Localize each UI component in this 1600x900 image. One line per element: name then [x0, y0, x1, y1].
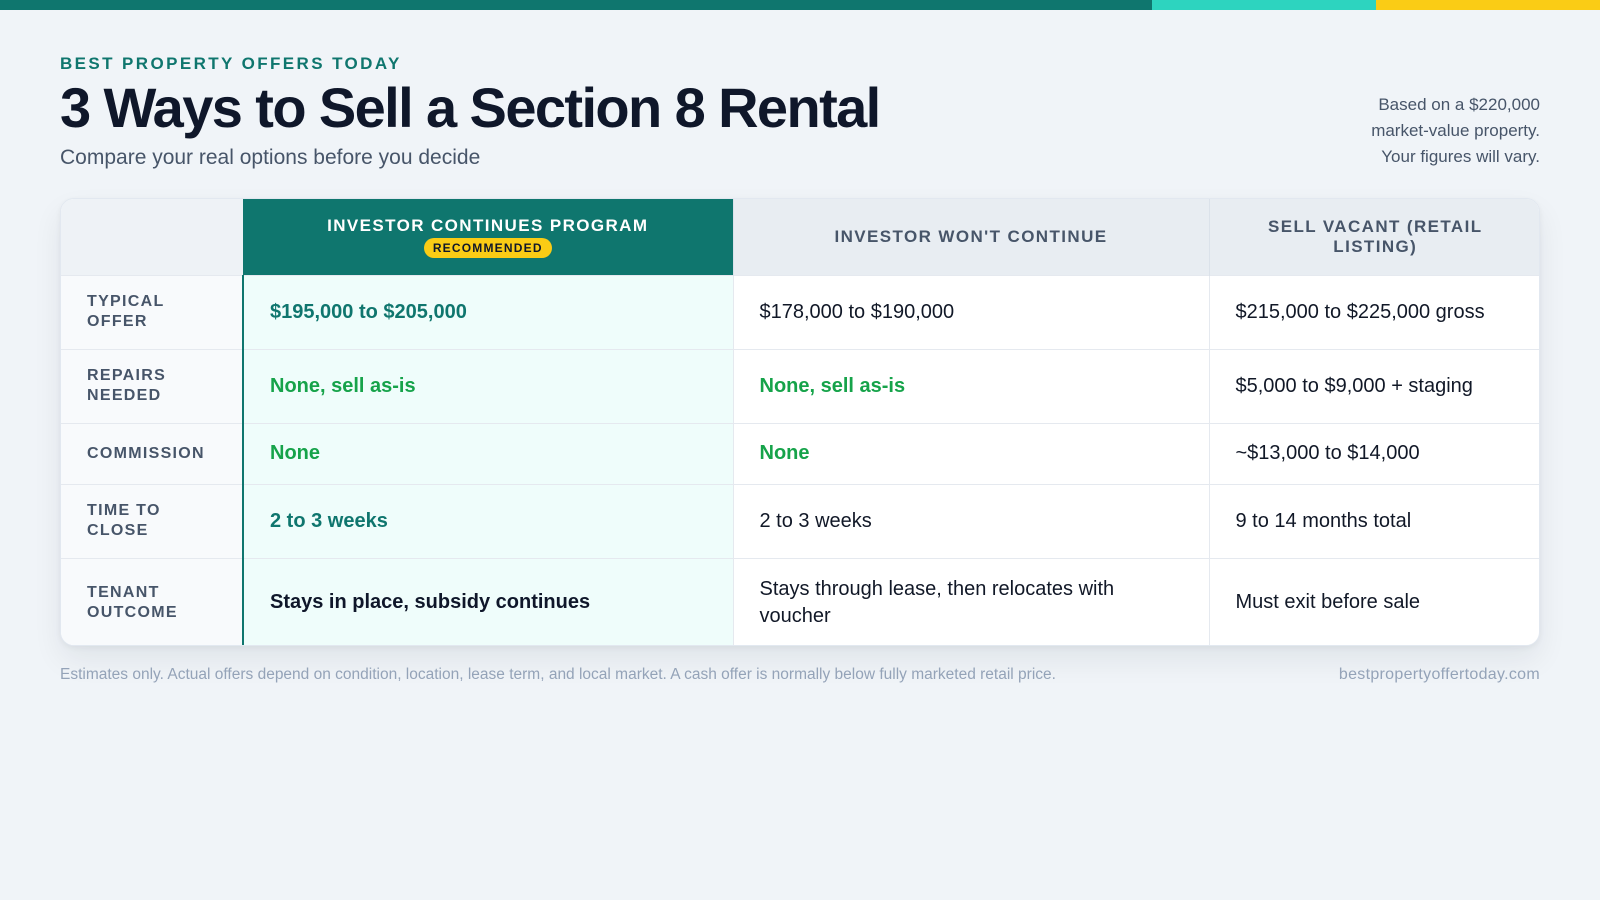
- top-accent-bar: [0, 0, 1600, 10]
- page-title: 3 Ways to Sell a Section 8 Rental: [60, 76, 881, 139]
- column-header-investor-wont-continue: INVESTOR WON'T CONTINUE: [732, 199, 1209, 275]
- table-corner-cell: [61, 199, 243, 275]
- table-cell: None: [242, 422, 733, 484]
- table-cell: Stays in place, subsidy continues: [242, 557, 733, 645]
- row-label: TIME TO CLOSE: [61, 483, 243, 558]
- column-header-investor-continues: INVESTOR CONTINUES PROGRAM RECOMMENDED: [243, 199, 733, 275]
- table-row-repairs-needed: REPAIRS NEEDED None, sell as-is None, se…: [61, 348, 1539, 423]
- page-footer: Estimates only. Actual offers depend on …: [60, 666, 1540, 690]
- table-cell: Must exit before sale: [1208, 557, 1539, 645]
- table-header-row: INVESTOR CONTINUES PROGRAM RECOMMENDED I…: [61, 199, 1539, 275]
- table-cell: None, sell as-is: [732, 348, 1209, 423]
- table-cell: $5,000 to $9,000 + staging: [1208, 348, 1539, 423]
- page-subtitle: Compare your real options before you dec…: [60, 146, 481, 169]
- table-row-time-to-close: TIME TO CLOSE 2 to 3 weeks 2 to 3 weeks …: [61, 483, 1539, 558]
- row-label: TYPICAL OFFER: [61, 274, 243, 349]
- recommended-badge: RECOMMENDED: [423, 237, 552, 258]
- page-header: BEST PROPERTY OFFERS TODAY 3 Ways to Sel…: [60, 52, 1540, 182]
- table-cell: $178,000 to $190,000: [732, 274, 1209, 349]
- table-cell: Stays through lease, then relocates with…: [732, 557, 1209, 645]
- accent-bar-yellow: [1376, 0, 1600, 10]
- comparison-card: INVESTOR CONTINUES PROGRAM RECOMMENDED I…: [60, 198, 1540, 646]
- column-header-label: INVESTOR CONTINUES PROGRAM: [327, 215, 649, 235]
- table-cell: $195,000 to $205,000: [242, 274, 733, 349]
- accent-bar-teal: [0, 0, 1152, 10]
- table-cell: 2 to 3 weeks: [242, 483, 733, 558]
- table-row-tenant-outcome: TENANT OUTCOME Stays in place, subsidy c…: [61, 557, 1539, 645]
- table-cell: 9 to 14 months total: [1208, 483, 1539, 558]
- assumption-note-line: Your figures will vary.: [1381, 147, 1540, 166]
- table-cell: None, sell as-is: [242, 348, 733, 423]
- assumption-note-line: Based on a $220,000: [1378, 95, 1540, 114]
- table-row-typical-offer: TYPICAL OFFER $195,000 to $205,000 $178,…: [61, 274, 1539, 349]
- disclaimer-text: Estimates only. Actual offers depend on …: [60, 666, 1056, 683]
- table-cell: None: [732, 422, 1209, 484]
- table-cell: $215,000 to $225,000 gross: [1208, 274, 1539, 349]
- row-label: COMMISSION: [61, 422, 243, 484]
- assumption-note-line: market-value property.: [1371, 121, 1540, 140]
- table-cell: 2 to 3 weeks: [732, 483, 1209, 558]
- accent-bar-aqua: [1152, 0, 1376, 10]
- site-url: bestpropertyoffertoday.com: [1338, 666, 1540, 683]
- table-cell: ~$13,000 to $14,000: [1208, 422, 1539, 484]
- table-row-commission: COMMISSION None None ~$13,000 to $14,000: [61, 422, 1539, 484]
- row-label: REPAIRS NEEDED: [61, 348, 243, 423]
- row-label: TENANT OUTCOME: [61, 557, 243, 645]
- brand-eyebrow: BEST PROPERTY OFFERS TODAY: [60, 54, 402, 73]
- assumption-note: Based on a $220,000 market-value propert…: [1371, 92, 1540, 170]
- comparison-table: INVESTOR CONTINUES PROGRAM RECOMMENDED I…: [61, 199, 1539, 645]
- column-header-sell-vacant: SELL VACANT (RETAIL LISTING): [1208, 199, 1539, 275]
